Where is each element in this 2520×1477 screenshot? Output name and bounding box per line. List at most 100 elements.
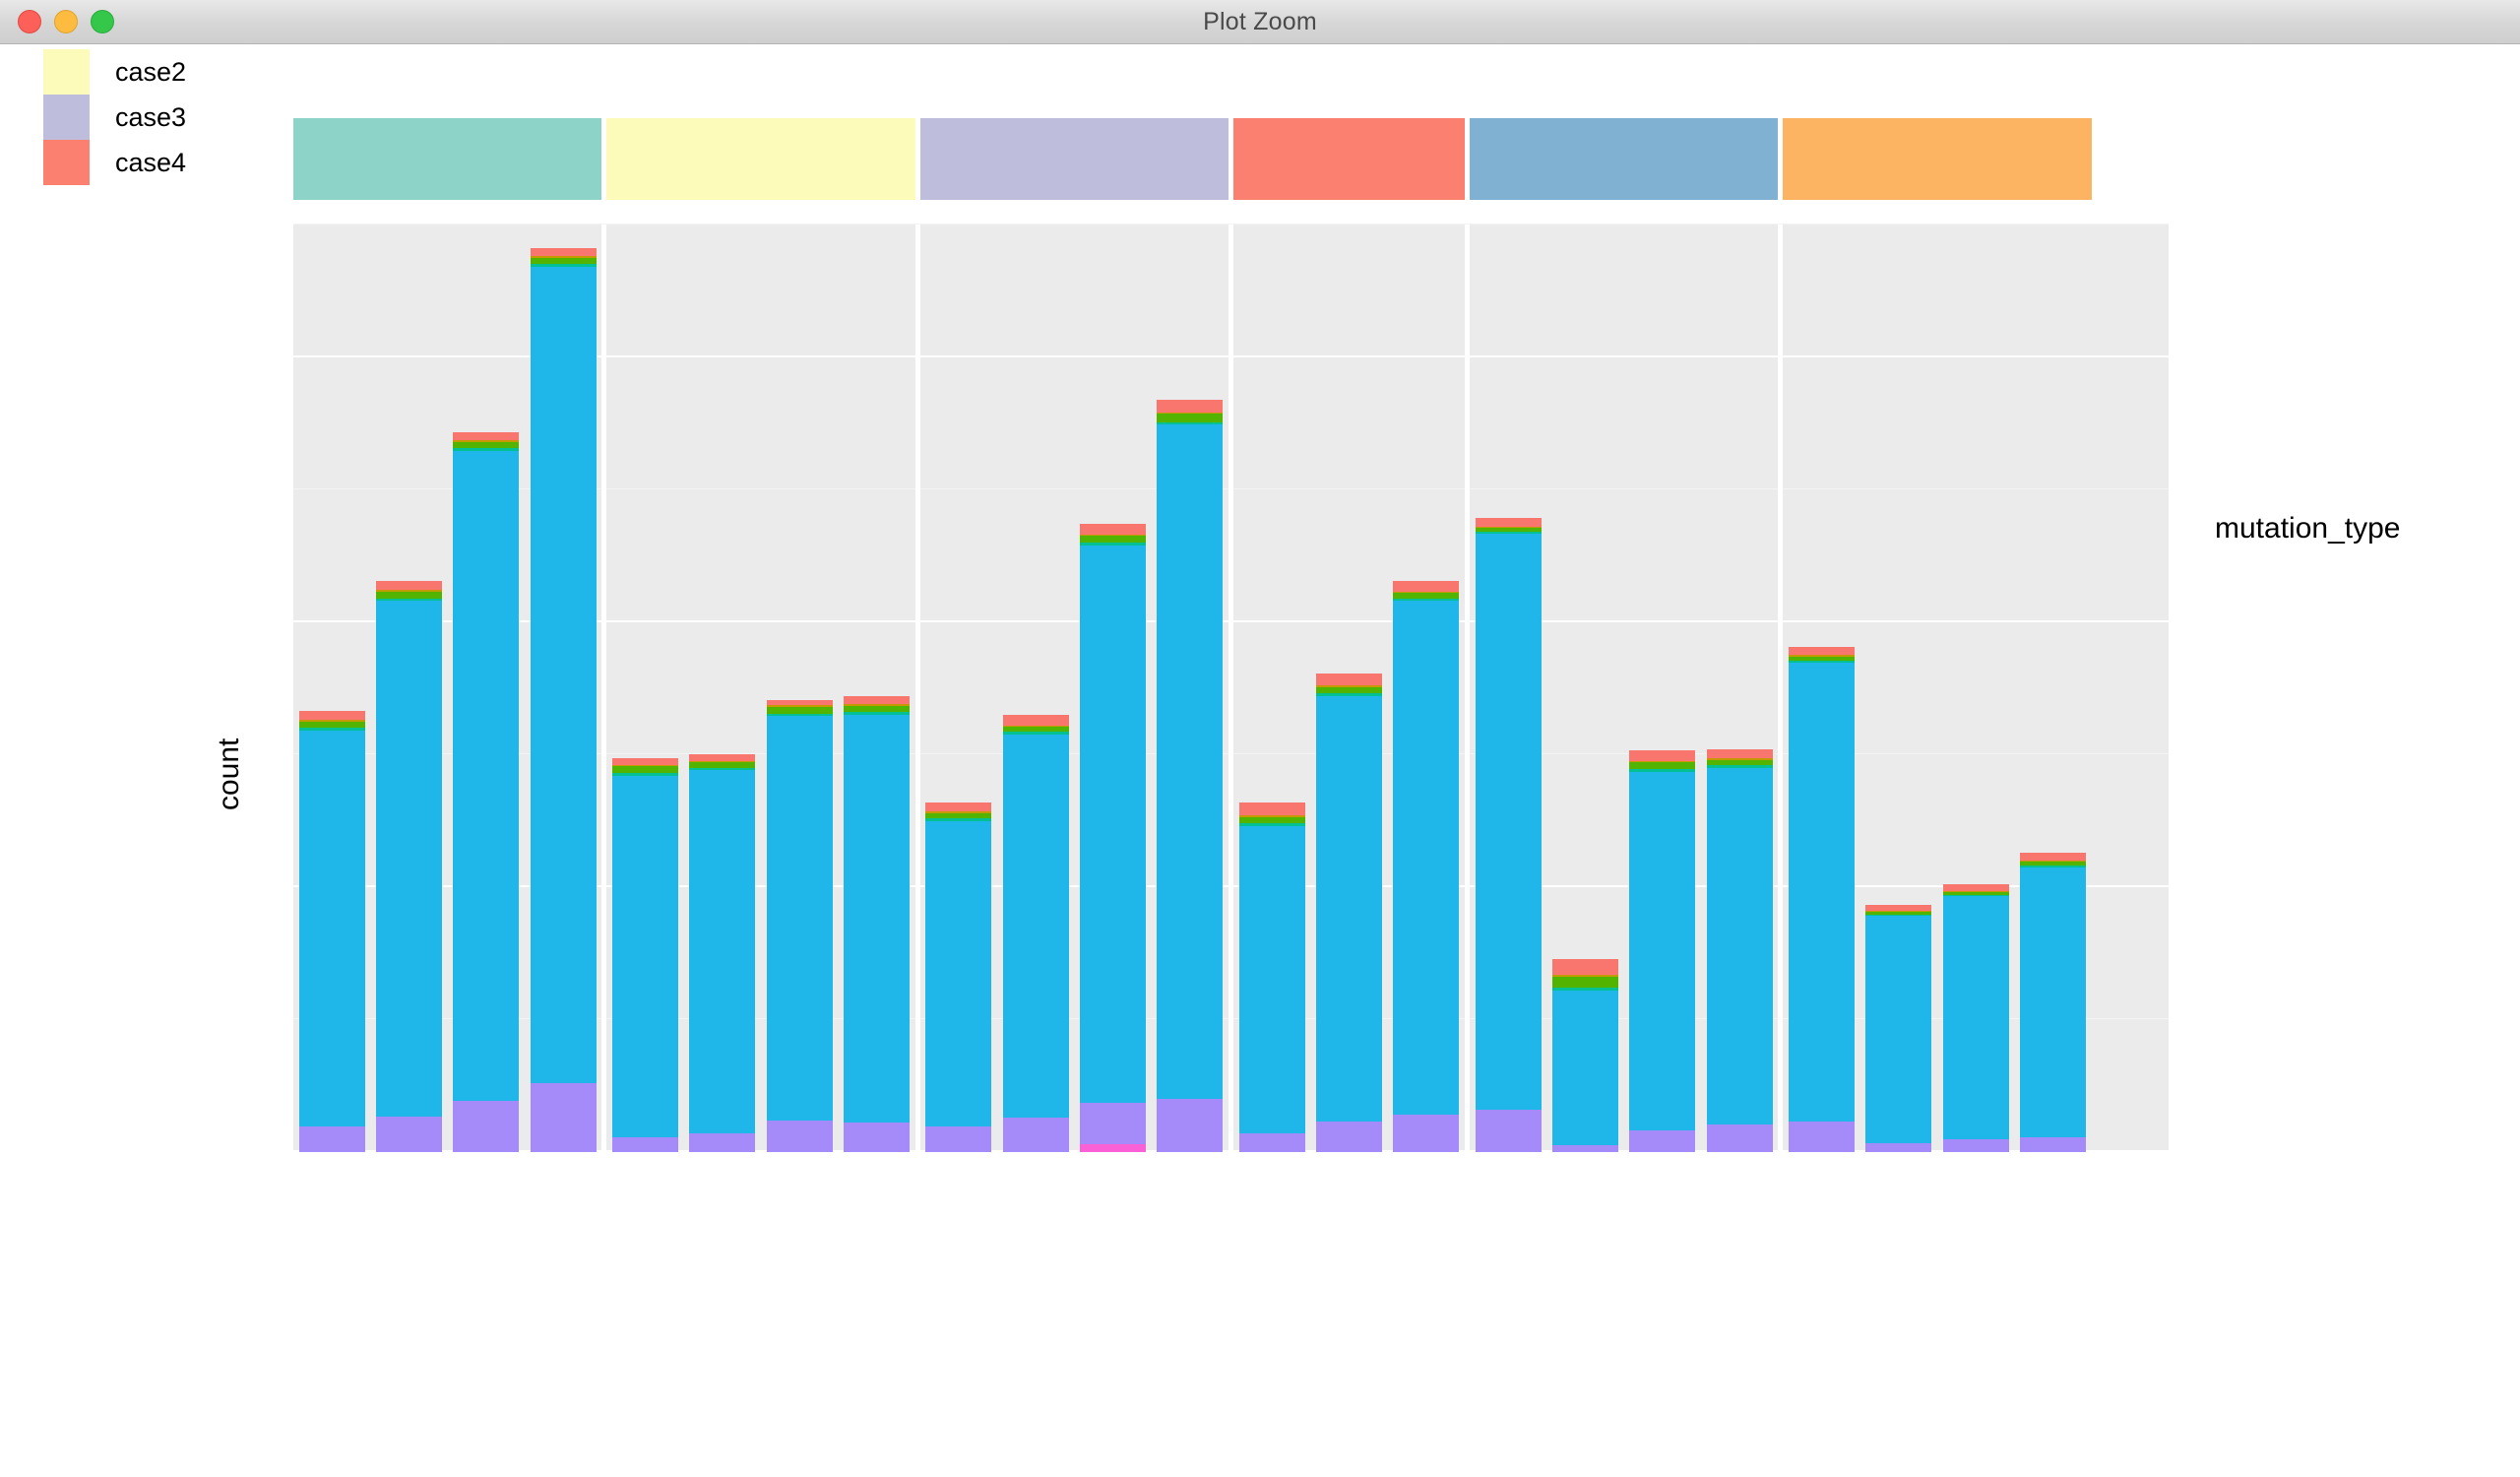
bar-case3_biorep_C_techrep_1[interactable]: [925, 802, 992, 1152]
bar-case4_techrep_2[interactable]: [1238, 802, 1305, 1152]
legend-title: mutation_type: [2215, 512, 2401, 545]
bar-segment-In_Frame_Del: [844, 705, 910, 713]
bar-segment-Missense_Mutation: [1393, 601, 1460, 1116]
bar-segment-Frame_Shift_Del: [1002, 714, 1069, 726]
window-titlebar: Plot Zoom: [0, 0, 2520, 44]
bar-segment-Nonsense_Mutation: [376, 1116, 442, 1152]
bar-segment-Frame_Shift_Del: [1706, 748, 1773, 759]
facet-strip-segment-case6: [1783, 118, 2092, 200]
bar-case2_techrep_2[interactable]: [612, 758, 678, 1152]
bar-segment-Frame_Shift_Del: [1629, 750, 1696, 761]
bar-segment-Nonsense_Mutation: [1706, 1124, 1773, 1152]
bar-segment-Nonsense_Mutation: [1942, 1138, 2009, 1152]
case-legend-swatch: [43, 95, 90, 140]
bar-case2_biorep_A[interactable]: [766, 699, 833, 1152]
bar-segment-Nonsense_Mutation: [453, 1100, 520, 1152]
bar-segment-Nonsense_Mutation: [689, 1133, 756, 1152]
bar-segment-Frame_Shift_Del: [844, 695, 910, 705]
bar-case1_biorep_B[interactable]: [376, 580, 442, 1152]
case-legend-swatch: [43, 49, 90, 95]
bar-segment-Missense_Mutation: [1629, 771, 1696, 1131]
bar-segment-Nonsense_Mutation: [1475, 1109, 1542, 1152]
window-title: Plot Zoom: [1203, 8, 1317, 35]
y-axis: count: [0, 225, 293, 1152]
bar-segment-In_Frame_Del: [453, 441, 520, 449]
bar-case2_biorep_B_techrep_1[interactable]: [844, 695, 910, 1152]
bar-segment-Frame_Shift_Del: [1080, 524, 1146, 535]
bar-segment-Missense_Mutation: [1157, 424, 1224, 1100]
bar-segment-Missense_Mutation: [1706, 767, 1773, 1124]
bar-segment-Frame_Shift_Del: [1789, 647, 1855, 656]
bar-segment-Missense_Mutation: [453, 451, 520, 1101]
case-legend-swatch: [43, 140, 90, 185]
bar-case5_biorep_B_techrep_1[interactable]: [1629, 750, 1696, 1152]
bar-segment-Nonsense_Mutation: [766, 1120, 833, 1152]
bar-segment-Missense_Mutation: [2020, 867, 2086, 1138]
case-legend-label: case4: [115, 147, 187, 177]
bar-case3_biorep_A[interactable]: [1157, 399, 1224, 1152]
bar-segment-Nonsense_Mutation: [1789, 1122, 1855, 1152]
bar-segment-Nonsense_Mutation: [925, 1126, 992, 1152]
bar-segment-Frame_Shift_Del: [1475, 518, 1542, 527]
bar-segment-Missense_Mutation: [844, 714, 910, 1124]
bar-case6_biorep_B[interactable]: [2020, 852, 2086, 1152]
case-legend-item: case3: [43, 95, 299, 140]
plot-panel-wrap: [293, 224, 2169, 1152]
bar-segment-In_Frame_Del: [1629, 762, 1696, 770]
bar-segment-Missense_Mutation: [766, 716, 833, 1121]
bar-case5_biorep_C[interactable]: [1552, 958, 1618, 1152]
bar-segment-Missense_Mutation: [612, 775, 678, 1138]
bar-case1_biorep_A_techrep_1[interactable]: [453, 432, 520, 1152]
facet-strip-segment-case4: [1232, 118, 1465, 200]
bar-segment-Frame_Shift_Del: [612, 758, 678, 765]
bar-segment-Nonsense_Mutation: [1629, 1130, 1696, 1152]
bar-segment-Frame_Shift_Del: [1942, 883, 2009, 891]
bar-segment-Missense_Mutation: [530, 267, 597, 1084]
bar-segment-Frame_Shift_Del: [1552, 958, 1618, 975]
bar-segment-Missense_Mutation: [1080, 545, 1146, 1104]
bar-case2_biorep_C[interactable]: [689, 754, 756, 1152]
bar-segment-Missense_Mutation: [925, 820, 992, 1127]
bar-segment-Missense_Mutation: [1002, 735, 1069, 1119]
bar-segment-Nonsense_Mutation: [1393, 1115, 1460, 1152]
plot-surface: case2 case3 case4 count mutation_type: [0, 44, 2520, 1436]
bar-case5_biorep_A[interactable]: [1706, 748, 1773, 1152]
bar-segment-Missense_Mutation: [1238, 825, 1305, 1134]
bar-segment-Nonsense_Mutation: [1157, 1099, 1224, 1152]
bar-case6_biorep_C[interactable]: [1942, 883, 2009, 1152]
bar-segment-In_Frame_Del: [1552, 977, 1618, 989]
bar-segment-Missense_Mutation: [1865, 916, 1932, 1143]
bar-segment-Frame_Shift_Del: [376, 580, 442, 591]
bar-case4_biorep_A[interactable]: [1393, 580, 1460, 1152]
facet-strip-segment-case5: [1469, 118, 1779, 200]
bar-case3_techrep_2[interactable]: [1002, 714, 1069, 1152]
bar-segment-Nonsense_Mutation: [1316, 1122, 1382, 1152]
bar-case6_biorep_A_techrep_1[interactable]: [1865, 905, 1932, 1152]
mutation-type-legend: mutation_type: [2215, 512, 2510, 559]
bar-segment-Frame_Shift_Del: [298, 710, 365, 721]
bar-segment-In_Frame_Del: [530, 257, 597, 265]
bar-segment-In_Frame_Del: [766, 706, 833, 714]
bar-segment-Nonsense_Mutation: [298, 1126, 365, 1152]
y-axis-title: count: [213, 738, 245, 810]
facet-strip: [293, 118, 2169, 200]
bar-segment-Nonstop_Mutation: [1080, 1143, 1146, 1152]
bar-segment-Nonsense_Mutation: [1552, 1145, 1618, 1152]
bar-case1_techrep_2[interactable]: [298, 710, 365, 1152]
bar-case3_biorep_B[interactable]: [1080, 524, 1146, 1152]
bar-case5_techrep_2[interactable]: [1789, 647, 1855, 1152]
bar-segment-Missense_Mutation: [689, 770, 756, 1134]
x-axis: [293, 1152, 2169, 1477]
bar-segment-Missense_Mutation: [1789, 663, 1855, 1123]
facet-strip-segment-case2: [606, 118, 915, 200]
case-legend-label: case2: [115, 56, 187, 87]
bar-segment-Nonsense_Mutation: [1080, 1103, 1146, 1144]
bar-case4_biorep_C[interactable]: [1475, 518, 1542, 1152]
bar-case1_biorep_C[interactable]: [530, 248, 597, 1152]
bar-segment-In_Frame_Del: [1157, 414, 1224, 422]
facet-strip-segment-case1: [293, 118, 602, 200]
bar-segment-Frame_Shift_Del: [689, 754, 756, 761]
bar-segment-Nonsense_Mutation: [2020, 1137, 2086, 1152]
bar-segment-Frame_Shift_Del: [530, 248, 597, 257]
bar-case4_biorep_B_techrep_1[interactable]: [1316, 674, 1382, 1152]
